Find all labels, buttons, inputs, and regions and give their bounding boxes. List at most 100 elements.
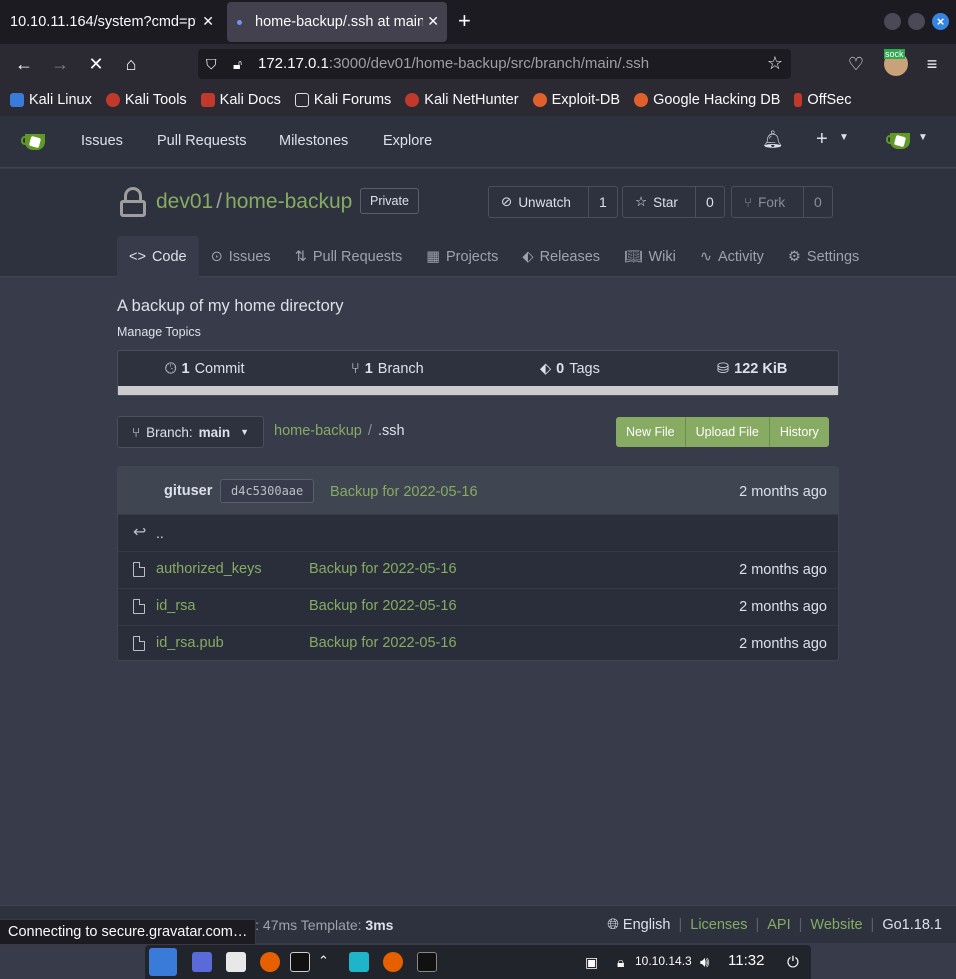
history-button[interactable]: History [769, 417, 829, 447]
firefox-window-icon[interactable] [383, 952, 403, 972]
parent-dir-link[interactable]: .. [156, 525, 164, 541]
forward-icon[interactable]: → [49, 53, 71, 75]
bookmark-kali-linux[interactable]: Kali Linux [10, 92, 92, 108]
tag-icon: ⬖ [540, 361, 552, 377]
menu-icon[interactable]: ≡ [921, 53, 943, 75]
nav-explore[interactable]: Explore [383, 133, 432, 149]
clock[interactable]: 11:32 [728, 952, 764, 969]
repo-name-link[interactable]: home-backup [225, 190, 352, 213]
tab-wiki[interactable]: 📖︎ Wiki [612, 236, 688, 277]
file-commit-link[interactable]: Backup for 2022-05-16 [309, 635, 457, 651]
desktop-icon[interactable] [192, 952, 212, 972]
maximize-icon[interactable] [908, 13, 925, 30]
file-name-link[interactable]: id_rsa [156, 598, 196, 614]
file-manager-icon[interactable] [226, 952, 246, 972]
bookmark-google-hacking-db[interactable]: Google Hacking DB [634, 92, 780, 108]
bookmark-kali-tools[interactable]: Kali Tools [105, 92, 187, 108]
repo-owner-link[interactable]: dev01 [156, 190, 213, 213]
website-link[interactable]: Website [810, 917, 862, 933]
bookmark-offsec[interactable]: OffSec [794, 92, 851, 108]
file-commit-link[interactable]: Backup for 2022-05-16 [309, 561, 457, 577]
bookmarks-bar: Kali Linux Kali Tools Kali Docs Kali For… [0, 84, 956, 116]
nav-issues[interactable]: Issues [81, 133, 123, 149]
stop-icon[interactable]: ✕ [85, 53, 107, 75]
file-name-link[interactable]: id_rsa.pub [156, 635, 224, 651]
chevron-up-icon[interactable]: ⌃ [318, 953, 329, 969]
browser-tab-home-backup[interactable]: home-backup/.ssh at main ✕ [227, 2, 447, 42]
language-selector[interactable]: 🌐︎ English [607, 917, 670, 933]
commit-sha-button[interactable]: d4c5300aae [220, 479, 315, 503]
insecure-lock-icon[interactable]: 🔓︎ [233, 56, 242, 73]
close-icon[interactable]: ✕ [202, 13, 214, 30]
home-icon[interactable]: ⌂ [120, 53, 142, 75]
url-text: 172.17.0.1:3000/dev01/home-backup/src/br… [258, 55, 650, 72]
burp-icon[interactable] [349, 952, 369, 972]
commits-stat[interactable]: 🕓︎ 1 Commit [165, 361, 245, 377]
file-commit-link[interactable]: Backup for 2022-05-16 [309, 598, 457, 614]
kali-menu-icon[interactable] [149, 948, 177, 976]
fork-button[interactable]: ⑂ Fork 0 [731, 186, 833, 218]
eye-slash-icon: ⊘ [501, 194, 513, 209]
browser-tab-system[interactable]: 10.10.11.164/system?cmd=py ✕ [0, 2, 222, 42]
licenses-link[interactable]: Licenses [690, 917, 747, 933]
watch-button[interactable]: ⊘ Unwatch 1 [488, 186, 618, 218]
browser-tab-bar: 10.10.11.164/system?cmd=py ✕ home-backup… [0, 0, 956, 44]
network-icon[interactable]: ▣ [585, 954, 598, 971]
tab-pull-requests[interactable]: ⇅ Pull Requests [283, 236, 415, 277]
kali-forums-icon [294, 93, 309, 107]
back-icon[interactable]: ← [13, 53, 35, 75]
new-file-button[interactable]: New File [616, 417, 686, 447]
tab-projects[interactable]: ▦ Projects [414, 236, 510, 277]
tags-stat[interactable]: ⬖ 0 Tags [540, 361, 600, 377]
star-button[interactable]: ☆ Star 0 [622, 186, 725, 218]
chevron-down-icon: ▼ [240, 427, 250, 437]
chevron-down-icon[interactable]: ▼ [839, 132, 849, 143]
tab-code[interactable]: <> Code [117, 236, 199, 277]
bookmark-kali-docs[interactable]: Kali Docs [200, 92, 281, 108]
logout-icon[interactable]: ⏻ [787, 954, 799, 971]
bookmark-exploit-db[interactable]: Exploit-DB [532, 92, 620, 108]
shield-icon[interactable]: ⛉ [206, 56, 217, 73]
file-name-link[interactable]: authorized_keys [156, 561, 262, 577]
tab-issues[interactable]: ⊙ Issues [199, 236, 283, 277]
minimize-icon[interactable] [884, 13, 901, 30]
commit-author[interactable]: gituser [164, 483, 212, 499]
bookmark-kali-forums[interactable]: Kali Forums [294, 92, 391, 108]
url-bar[interactable]: ⛉ 🔓︎ 172.17.0.1:3000/dev01/home-backup/s… [198, 49, 791, 79]
chevron-down-icon[interactable]: ▼ [918, 132, 928, 143]
bookmark-kali-nethunter[interactable]: Kali NetHunter [405, 92, 519, 108]
upload-file-button[interactable]: Upload File [685, 417, 770, 447]
tab-activity[interactable]: ∿ Activity [688, 236, 776, 277]
breadcrumb-current: .ssh [377, 423, 405, 439]
volume-icon[interactable]: 🔊︎ [700, 954, 709, 971]
watch-count[interactable]: 1 [589, 187, 617, 217]
notification-bell-icon[interactable]: 🔔︎ [762, 130, 784, 150]
bookmark-star-icon[interactable]: ☆ [767, 53, 783, 74]
branch-selector[interactable]: ⑂ Branch: main ▼ [117, 416, 264, 448]
window-close-icon[interactable]: × [932, 13, 949, 30]
new-tab-icon[interactable]: + [458, 10, 471, 32]
terminal-icon[interactable] [290, 952, 310, 972]
extension-icon[interactable]: sock [884, 49, 908, 76]
nav-milestones[interactable]: Milestones [279, 133, 348, 149]
firefox-icon[interactable] [260, 952, 280, 972]
browser-status-text: Connecting to secure.gravatar.com… [0, 919, 257, 945]
tab-settings[interactable]: ⚙ Settings [776, 236, 871, 277]
nav-pull-requests[interactable]: Pull Requests [157, 133, 246, 149]
terminal-window-icon[interactable] [417, 952, 437, 972]
browser-toolbar: ← → ✕ ⌂ ⛉ 🔓︎ 172.17.0.1:3000/dev01/home-… [0, 44, 956, 84]
gitea-logo-icon[interactable] [21, 132, 49, 152]
create-plus-icon[interactable]: + [816, 128, 828, 151]
pocket-icon[interactable]: ♡ [845, 53, 867, 75]
manage-topics-link[interactable]: Manage Topics [117, 325, 201, 339]
fork-count[interactable]: 0 [804, 187, 832, 217]
tab-releases[interactable]: ⬖ Releases [510, 236, 612, 277]
api-link[interactable]: API [767, 917, 790, 933]
parent-dir-row[interactable]: ↩ .. [118, 514, 838, 551]
breadcrumb-repo-link[interactable]: home-backup [274, 423, 362, 439]
star-count[interactable]: 0 [696, 187, 724, 217]
branches-stat[interactable]: ⑂ 1 Branch [351, 361, 424, 377]
close-icon[interactable]: ✕ [427, 13, 439, 30]
user-avatar[interactable] [886, 131, 914, 151]
commit-message-link[interactable]: Backup for 2022-05-16 [330, 484, 478, 500]
